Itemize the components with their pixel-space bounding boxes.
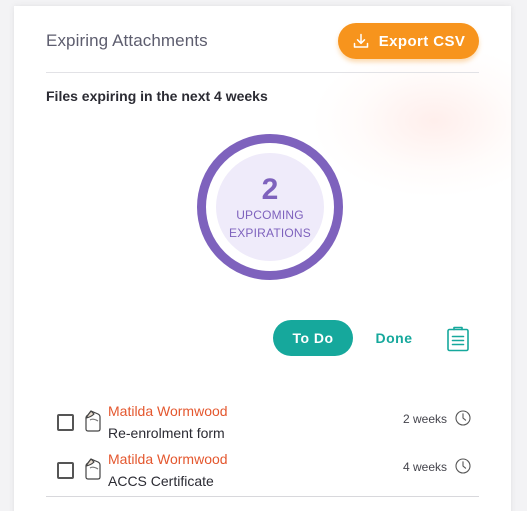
list-item: Matilda Wormwood Re-enrolment form 2 wee… (46, 403, 479, 447)
upcoming-expirations-count: 2 (261, 173, 279, 206)
item-document-name: Re-enrolment form (108, 425, 225, 441)
ring-label-line2: EXPIRATIONS (229, 226, 311, 240)
list-divider (46, 496, 479, 497)
expiring-attachments-card: Expiring Attachments Export CSV Files ex… (14, 6, 511, 511)
item-due-text: 4 weeks (402, 460, 447, 474)
export-csv-label: Export CSV (378, 32, 466, 50)
list-item: Matilda Wormwood ACCS Certificate 4 week… (46, 451, 479, 495)
item-person-name[interactable]: Matilda Wormwood (108, 403, 228, 419)
item-checkbox[interactable] (57, 462, 74, 479)
upcoming-expirations-label: UPCOMING EXPIRATIONS (225, 206, 315, 242)
todo-filter-button[interactable]: To Do (273, 320, 353, 356)
item-person-name[interactable]: Matilda Wormwood (108, 451, 228, 467)
item-checkbox[interactable] (57, 414, 74, 431)
attachment-file-icon (85, 410, 101, 432)
export-csv-button[interactable]: Export CSV (338, 23, 479, 59)
clock-icon (455, 410, 471, 426)
attachment-file-icon (85, 458, 101, 480)
item-document-name: ACCS Certificate (108, 473, 214, 489)
card-title: Expiring Attachments (46, 31, 208, 50)
section-subtitle: Files expiring in the next 4 weeks (46, 88, 268, 104)
clipboard-list-icon[interactable] (446, 326, 470, 352)
header-divider (46, 72, 479, 73)
item-due-text: 2 weeks (402, 412, 447, 426)
download-icon (353, 33, 368, 48)
ring-label-line1: UPCOMING (236, 208, 304, 222)
done-filter-button[interactable]: Done (366, 320, 422, 356)
clock-icon (455, 458, 471, 474)
